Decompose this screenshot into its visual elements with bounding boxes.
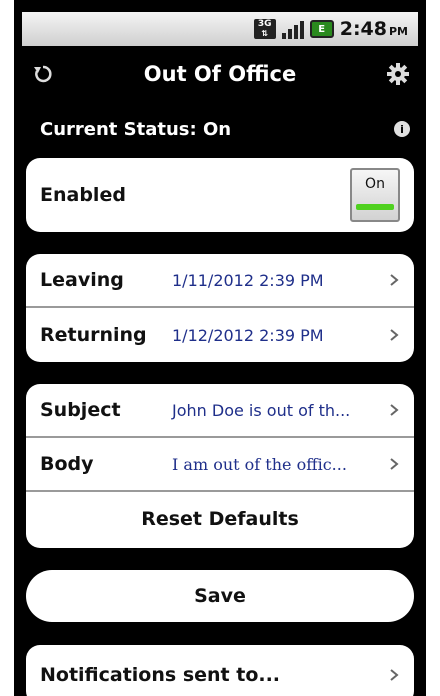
title-bar: Out Of Office — [14, 46, 426, 102]
body-row[interactable]: Body I am out of the offic... — [26, 438, 414, 492]
phone-screen: 3G ⇅ E 2:48 PM Out Of Office Current Sta… — [14, 0, 426, 696]
body-value: I am out of the offic... — [172, 454, 347, 474]
current-status-label: Current Status: On — [40, 118, 232, 140]
leaving-label: Leaving — [40, 269, 124, 291]
returning-row[interactable]: Returning 1/12/2012 2:39 PM — [26, 308, 414, 362]
battery-label: E — [318, 23, 326, 35]
notifications-row[interactable]: Notifications sent to... — [26, 645, 414, 696]
chevron-right-icon — [390, 458, 399, 470]
page-title: Out Of Office — [143, 62, 297, 86]
current-status-row: Current Status: On i — [40, 112, 410, 146]
chevron-right-icon — [390, 669, 399, 681]
returning-label: Returning — [40, 324, 147, 346]
clock-time: 2:48 — [339, 18, 387, 40]
subject-row[interactable]: Subject John Doe is out of th... — [26, 384, 414, 438]
message-card: Subject John Doe is out of th... Body I … — [26, 384, 414, 548]
toggle-state-label: On — [365, 176, 385, 192]
schedule-card: Leaving 1/11/2012 2:39 PM Returning 1/12… — [26, 254, 414, 362]
network-3g-icon: 3G ⇅ — [253, 19, 276, 39]
subject-value: John Doe is out of th... — [172, 400, 351, 420]
toggle-indicator — [356, 204, 394, 210]
reset-defaults-button[interactable]: Reset Defaults — [26, 492, 414, 546]
leaving-value: 1/11/2012 2:39 PM — [172, 270, 324, 290]
chevron-right-icon — [390, 274, 399, 286]
network-label: 3G — [257, 19, 272, 29]
signal-strength-icon — [281, 19, 304, 39]
subject-label: Subject — [40, 399, 121, 421]
notifications-card: Notifications sent to... — [26, 645, 414, 696]
info-icon[interactable]: i — [394, 121, 410, 137]
save-label: Save — [194, 585, 246, 607]
body-label: Body — [40, 453, 94, 475]
leaving-row[interactable]: Leaving 1/11/2012 2:39 PM — [26, 254, 414, 308]
reset-defaults-label: Reset Defaults — [141, 508, 299, 530]
enabled-row: Enabled On — [26, 158, 414, 232]
clock-ampm: PM — [388, 25, 408, 38]
chevron-right-icon — [390, 329, 399, 341]
gear-icon[interactable] — [386, 62, 410, 86]
clock: 2:48 PM — [340, 18, 408, 40]
refresh-icon[interactable] — [32, 63, 54, 85]
notifications-label: Notifications sent to... — [40, 664, 281, 686]
info-glyph: i — [400, 122, 404, 136]
chevron-right-icon — [390, 404, 399, 416]
enabled-label: Enabled — [40, 184, 126, 206]
battery-icon: E — [309, 20, 334, 38]
returning-value: 1/12/2012 2:39 PM — [172, 325, 324, 345]
save-button[interactable]: Save — [26, 570, 414, 622]
enabled-toggle[interactable]: On — [350, 168, 400, 222]
status-bar: 3G ⇅ E 2:48 PM — [22, 12, 418, 46]
enabled-card: Enabled On — [26, 158, 414, 232]
